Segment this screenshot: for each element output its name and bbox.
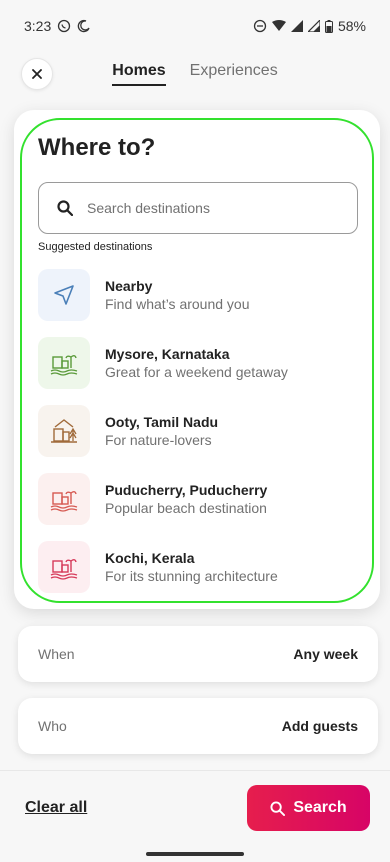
- destination-name: Puducherry, Puducherry: [105, 482, 268, 498]
- who-label: Who: [38, 718, 67, 734]
- beach-palm-icon: [38, 473, 90, 525]
- wifi-icon: [271, 20, 286, 32]
- who-row[interactable]: Who Add guests: [18, 698, 378, 754]
- top-nav: Homes Experiences: [0, 52, 390, 96]
- destination-text: Nearby Find what’s around you: [105, 278, 250, 312]
- footer: Clear all Search: [0, 770, 390, 862]
- when-label: When: [38, 646, 75, 662]
- destination-ooty[interactable]: Ooty, Tamil Nadu For nature-lovers: [38, 404, 358, 458]
- when-row[interactable]: When Any week: [18, 626, 378, 682]
- search-icon: [270, 800, 286, 816]
- search-button-label: Search: [293, 799, 347, 816]
- status-bar: 3:23 58%: [0, 0, 390, 52]
- signal-2-icon: [307, 20, 320, 32]
- whatsapp-notification-icon: [57, 19, 71, 33]
- destination-text: Puducherry, Puducherry Popular beach des…: [105, 482, 267, 516]
- destination-subtitle: For nature-lovers: [105, 432, 212, 448]
- lake-buildings-icon: [38, 337, 90, 389]
- destination-subtitle: Popular beach destination: [105, 500, 267, 516]
- status-time: 3:23: [24, 18, 52, 34]
- destination-subtitle: Great for a weekend getaway: [105, 364, 288, 380]
- destination-nearby[interactable]: Nearby Find what’s around you: [38, 268, 358, 322]
- search-destinations-input[interactable]: Search destinations: [38, 182, 358, 234]
- signal-icon: [290, 20, 303, 32]
- where-to-title: Where to?: [38, 134, 156, 161]
- destination-name: Nearby: [105, 278, 153, 294]
- dnd-moon-icon: [77, 19, 91, 33]
- search-button[interactable]: Search: [247, 785, 370, 831]
- destination-text: Kochi, Kerala For its stunning architect…: [105, 550, 278, 584]
- destination-subtitle: Find what’s around you: [105, 296, 250, 312]
- status-left: 3:23: [24, 18, 91, 34]
- destination-name: Kochi, Kerala: [105, 550, 195, 566]
- destination-text: Ooty, Tamil Nadu For nature-lovers: [105, 414, 218, 448]
- destination-puducherry[interactable]: Puducherry, Puducherry Popular beach des…: [38, 472, 358, 526]
- who-value: Add guests: [281, 718, 358, 734]
- do-not-disturb-icon: [253, 19, 267, 33]
- tab-bar: Homes Experiences: [0, 62, 390, 86]
- suggested-destinations-label: Suggested destinations: [38, 241, 153, 253]
- destination-mysore[interactable]: Mysore, Karnataka Great for a weekend ge…: [38, 336, 358, 390]
- status-right: 58%: [253, 18, 366, 34]
- destination-subtitle: For its stunning architecture: [105, 568, 278, 584]
- destination-kochi[interactable]: Kochi, Kerala For its stunning architect…: [38, 540, 358, 594]
- tab-homes[interactable]: Homes: [112, 62, 167, 86]
- battery-percent: 58%: [337, 18, 366, 34]
- battery-icon: [324, 19, 333, 33]
- when-value: Any week: [293, 646, 358, 662]
- navigation-arrow-icon: [38, 269, 90, 321]
- destination-name: Mysore, Karnataka: [105, 346, 230, 362]
- beach-palm-icon: [38, 541, 90, 593]
- where-to-card: Where to? Search destinations Suggested …: [14, 110, 380, 609]
- tab-experiences[interactable]: Experiences: [190, 62, 278, 86]
- home-indicator[interactable]: [146, 852, 244, 856]
- destination-text: Mysore, Karnataka Great for a weekend ge…: [105, 346, 288, 380]
- clear-all-button[interactable]: Clear all: [25, 799, 87, 817]
- search-placeholder: Search destinations: [87, 200, 210, 216]
- mountain-town-icon: [38, 405, 90, 457]
- destination-list: Nearby Find what’s around you Mysore, Ka…: [38, 268, 358, 608]
- search-icon: [57, 200, 73, 216]
- destination-name: Ooty, Tamil Nadu: [105, 414, 219, 430]
